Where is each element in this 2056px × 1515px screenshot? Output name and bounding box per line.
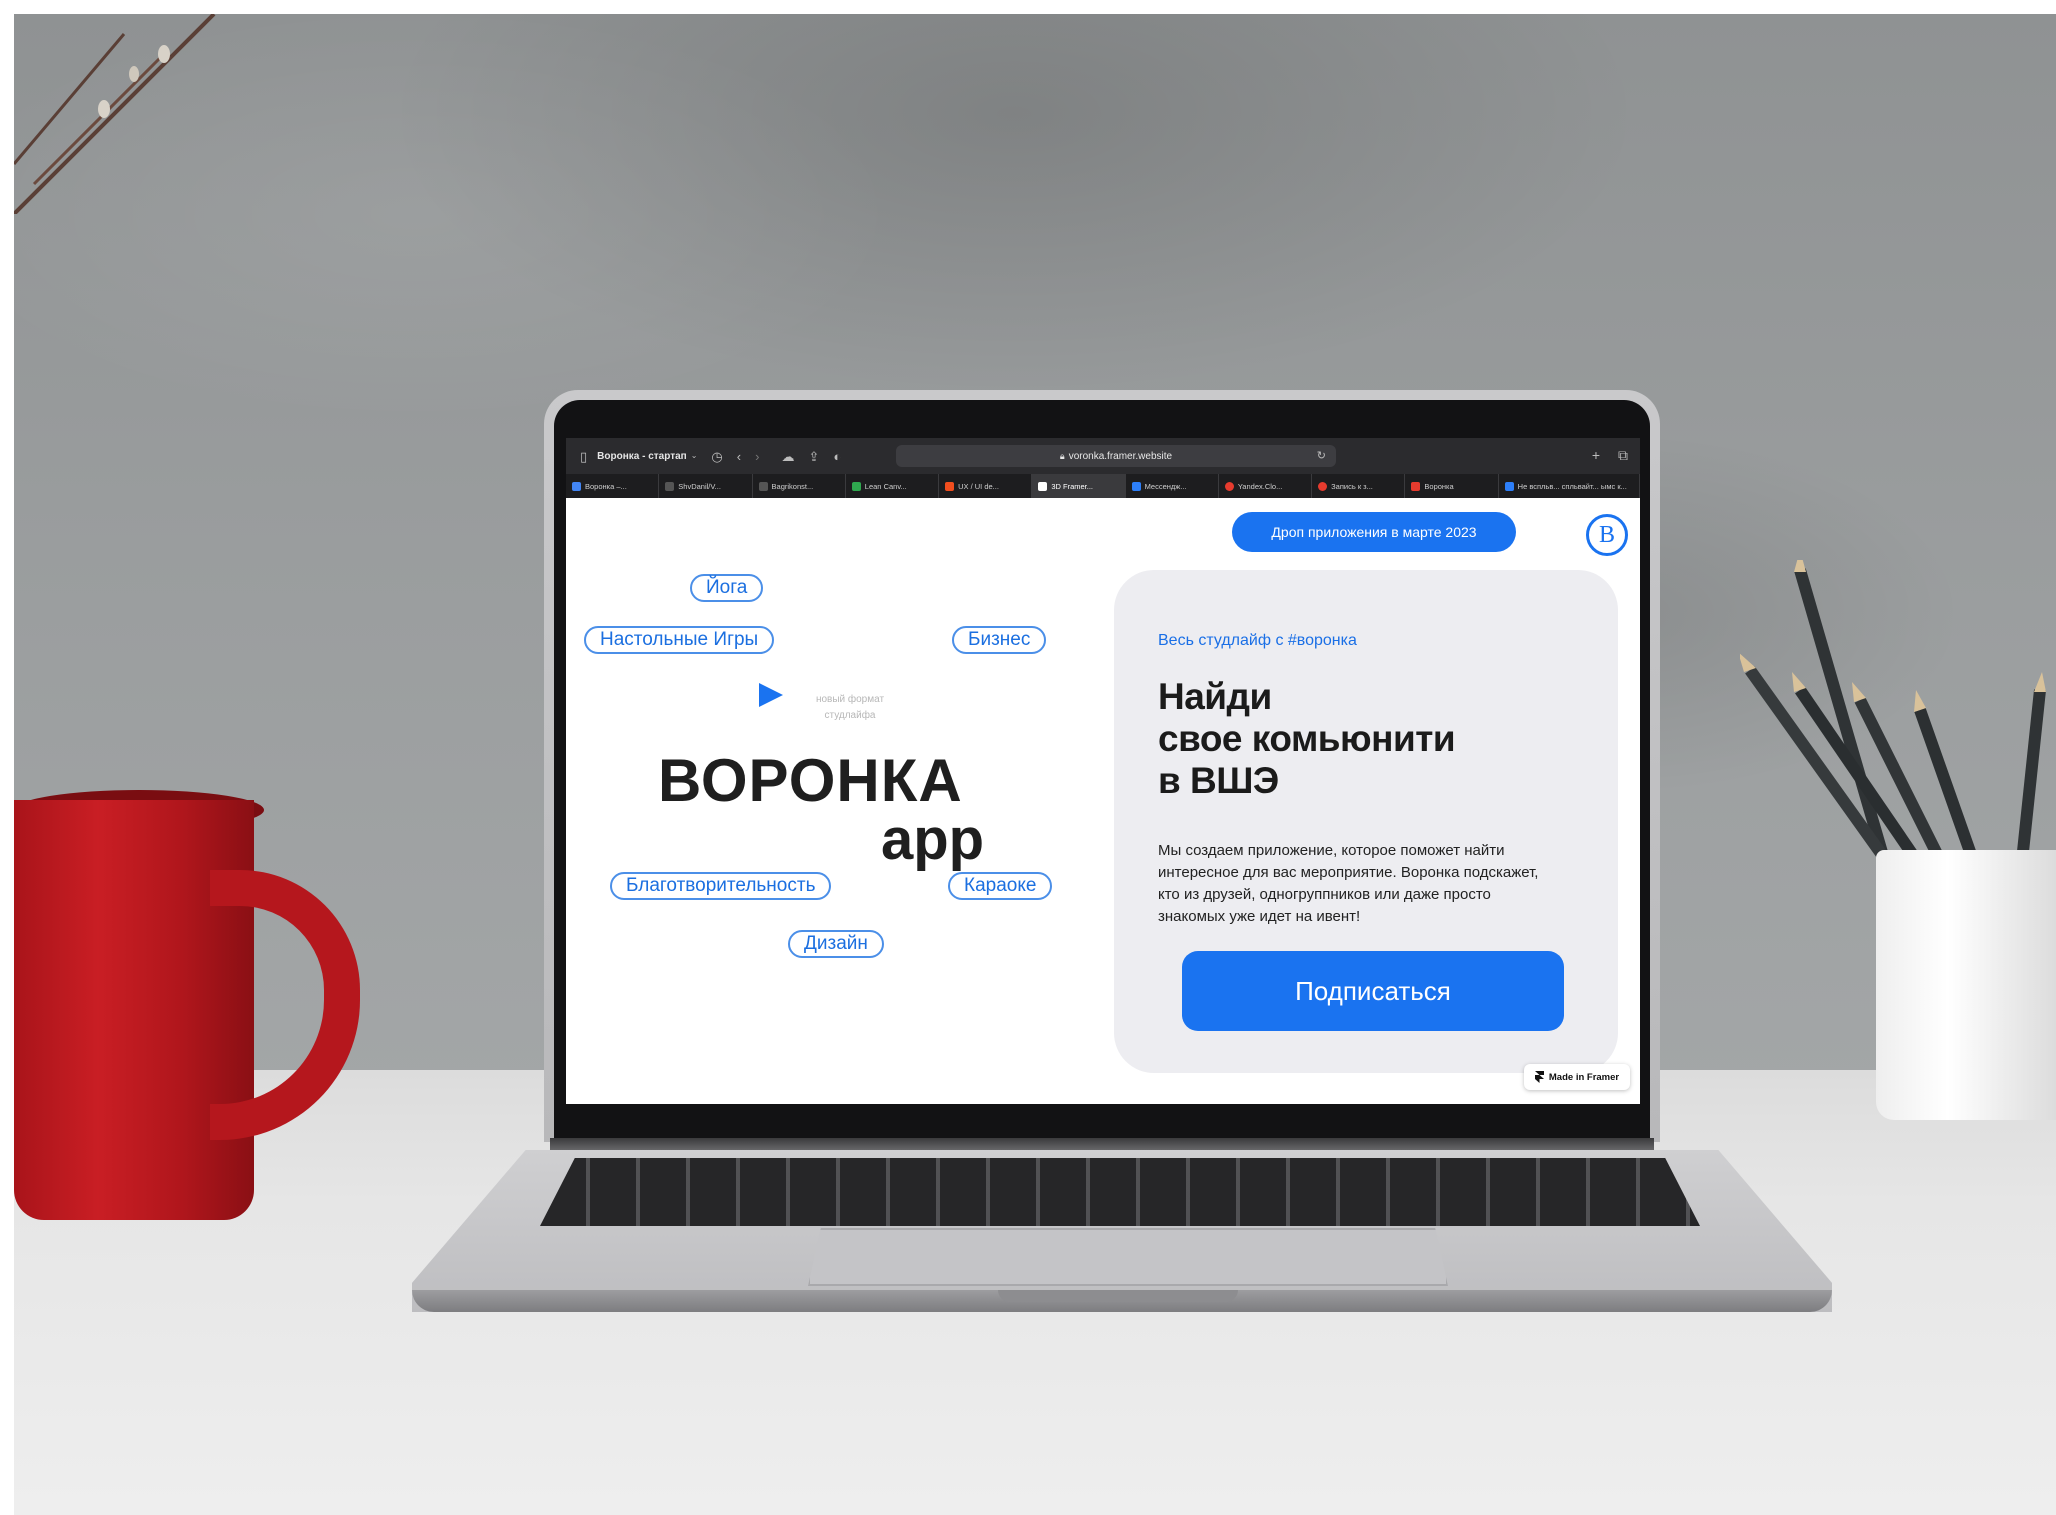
cloud-icon[interactable]: ☁ <box>781 450 794 463</box>
tab-favicon-icon <box>572 481 581 491</box>
sidebar-icon[interactable]: ▯ <box>580 450 587 463</box>
decor-branch <box>14 14 216 214</box>
subscribe-button[interactable]: Подписаться <box>1182 951 1564 1031</box>
card-tagline: Весь студлайф с #воронка <box>1158 632 1357 649</box>
url-text: voronka.framer.website <box>1068 450 1173 462</box>
tab-favicon-icon <box>665 481 675 491</box>
laptop-keyboard <box>540 1158 1700 1226</box>
tab[interactable]: Запись к з... <box>1312 474 1406 498</box>
shield-icon[interactable]: ◐ <box>833 450 841 463</box>
tab[interactable]: Не вспльв... спльвайт... ымс к... <box>1499 474 1640 498</box>
tab[interactable]: Yandex.Clo... <box>1219 474 1313 498</box>
tab-favicon-icon <box>1411 481 1421 491</box>
tag-board-games[interactable]: Настольные Игры <box>584 626 775 654</box>
tab-favicon-icon <box>1224 481 1234 491</box>
logo-app: app <box>881 807 985 872</box>
tag-karaoke[interactable]: Караоке <box>948 872 1053 900</box>
browser-toolbar: ▯ Воронка - стартап ⌄ ◷ ‹ › ☁ ⇪ ◐ 🔒︎ vor… <box>566 438 1640 474</box>
laptop-lip <box>998 1290 1238 1302</box>
tag-design[interactable]: Дизайн <box>788 930 884 958</box>
tab[interactable]: Lean Canv... <box>846 474 940 498</box>
pencil-cup <box>1876 850 2056 1120</box>
lock-icon: 🔒︎ <box>1059 450 1065 461</box>
tab-favicon-icon <box>1504 481 1514 491</box>
tab-favicon-icon <box>758 481 768 491</box>
url-bar[interactable]: 🔒︎ voronka.framer.website ↻ <box>896 445 1336 467</box>
tab-favicon-icon <box>1038 481 1048 491</box>
window-title[interactable]: Воронка - стартап <box>597 451 687 462</box>
laptop-screen: ▯ Воронка - стартап ⌄ ◷ ‹ › ☁ ⇪ ◐ 🔒︎ vor… <box>566 438 1640 1104</box>
trackpad[interactable] <box>808 1228 1448 1286</box>
share-icon[interactable]: ⇪ <box>808 450 819 463</box>
tabs-overview-icon[interactable]: ⧉ <box>1618 447 1628 464</box>
made-in-framer-badge[interactable]: Made in Framer <box>1524 1064 1630 1090</box>
back-icon[interactable]: ‹ <box>737 450 741 463</box>
tab-favicon-icon <box>1131 481 1141 491</box>
tab[interactable]: Bagrikonst... <box>753 474 846 498</box>
cursor-icon <box>759 683 783 707</box>
forward-icon[interactable]: › <box>755 450 759 463</box>
tab[interactable]: Воронка –... <box>566 474 660 498</box>
chevron-down-icon[interactable]: ⌄ <box>691 452 698 460</box>
tag-charity[interactable]: Благотворительность <box>610 872 832 900</box>
card-title: Найди свое комьюнити в ВШЭ <box>1158 676 1456 801</box>
web-page: Йога Настольные Игры Бизнес новый формат… <box>566 498 1640 1104</box>
new-tab-icon[interactable]: + <box>1592 447 1600 464</box>
tag-business[interactable]: Бизнес <box>952 626 1047 654</box>
tab-favicon-icon <box>1318 481 1328 491</box>
tab-favicon-icon <box>945 481 955 491</box>
tab-bar: Воронка –... ShvDanil/V... Bagrikonst...… <box>566 474 1640 498</box>
tab-favicon-icon <box>851 481 861 491</box>
drop-date-badge: Дроп приложения в марте 2023 <box>1232 512 1516 552</box>
tab[interactable]: Воронка <box>1405 474 1499 498</box>
card-description: Мы создаем приложение, которое поможет н… <box>1158 842 1539 925</box>
hse-logo-icon[interactable]: В <box>1586 514 1628 556</box>
tab[interactable]: ShvDanil/V... <box>659 474 753 498</box>
tab[interactable]: Мессендж... <box>1126 474 1219 498</box>
laptop-hinge <box>550 1138 1654 1152</box>
history-icon[interactable]: ◷ <box>711 450 722 463</box>
reload-icon[interactable]: ↻ <box>1317 449 1326 462</box>
pencils <box>1740 560 2046 880</box>
tab-active[interactable]: 3D Framer... <box>1032 474 1126 498</box>
tag-yoga[interactable]: Йога <box>690 574 764 602</box>
tab[interactable]: UX / UI de... <box>939 474 1033 498</box>
hero-note: новый формат студлайфа <box>815 694 885 721</box>
logo-voronka: ВОРОНКА <box>658 747 963 814</box>
framer-icon <box>1534 1071 1544 1083</box>
